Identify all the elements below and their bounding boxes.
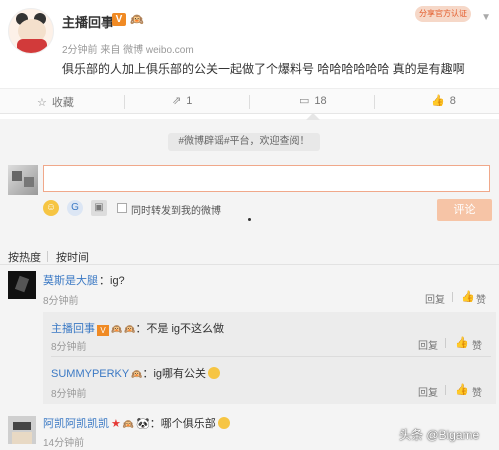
reply-button[interactable]: 回复 (418, 337, 438, 352)
share-count: 1 (186, 95, 193, 107)
corner-badge[interactable]: 分享官方认证 (415, 6, 471, 22)
share-button[interactable]: ⇗ 1 (172, 94, 192, 107)
like-count: 8 (449, 95, 456, 107)
thumbs-up-icon[interactable]: 👍 (461, 290, 475, 303)
comment-icon: ▭ (299, 95, 310, 107)
watermark: 头条 @Bigame (399, 428, 480, 442)
cursor-dot (248, 218, 251, 221)
reply-button[interactable]: 回复 (425, 291, 445, 306)
repost-label: 同时转发到我的微博 (131, 206, 221, 217)
commenter-avatar[interactable] (8, 416, 36, 444)
level-badge-icon: 🙉 (130, 14, 144, 26)
gif-icon[interactable]: G (67, 200, 83, 216)
image-icon[interactable]: ▣ (91, 200, 107, 216)
comment-button[interactable]: ▭ 18 (299, 94, 327, 107)
laughing-emoji-icon (208, 367, 221, 379)
thumbs-up-icon[interactable]: 👍 (455, 336, 469, 349)
level-badge-icon: 🙉 (122, 419, 135, 429)
my-avatar (8, 165, 38, 195)
smiling-emoji-icon (217, 417, 230, 429)
level-badge-icon: 🙉 (111, 324, 123, 334)
rumor-notice[interactable]: #微博辟谣#平台，欢迎查阅！ (168, 133, 320, 151)
reply-time: 8分钟前 (51, 342, 87, 353)
commenter-name[interactable]: 阿凯阿凯凯凯 (43, 418, 109, 430)
post-action-bar: ☆ 收藏 ⇗ 1 ▭ 18 👍 8 (0, 88, 499, 114)
like-button[interactable]: 👍 8 (431, 94, 456, 107)
comment-count: 18 (314, 95, 327, 107)
reply-text: ：不是 ig不这么做 (135, 323, 225, 335)
thumbs-up-icon[interactable]: 👍 (455, 383, 469, 396)
panda-badge-icon: 🐼 (136, 418, 150, 430)
comment-header: 阿凯阿凯凯凯 ★ 🙉 🐼：哪个俱乐部 (43, 415, 230, 431)
verified-badge-icon: V (112, 13, 126, 26)
reply-button[interactable]: 回复 (418, 384, 438, 399)
like-label[interactable]: 赞 (476, 291, 486, 306)
star-icon: ☆ (37, 97, 47, 109)
sort-by-time[interactable]: 按时间 (56, 249, 89, 265)
comment-input[interactable] (43, 165, 490, 192)
post-text: 俱乐部的人加上俱乐部的公关一起做了个爆料号 哈哈哈哈哈哈 真的是有趣啊 (62, 62, 465, 76)
favorite-label: 收藏 (51, 97, 74, 109)
member-badge-icon: 🙉 (124, 324, 136, 334)
verified-badge-icon: V (97, 325, 109, 336)
author-name[interactable]: 主播回事 (62, 12, 114, 31)
divider (0, 264, 499, 265)
commenter-avatar[interactable] (8, 271, 36, 299)
reply-time: 8分钟前 (51, 389, 87, 400)
emoji-icon[interactable]: ☺ (43, 200, 59, 216)
comment-text: ：ig? (99, 275, 125, 287)
chevron-down-icon[interactable]: ▼ (481, 12, 491, 23)
level-badge-icon: 🙉 (131, 369, 143, 379)
submit-comment-button[interactable]: 评论 (437, 199, 492, 221)
sort-by-hot[interactable]: 按热度 (8, 249, 41, 265)
repost-checkbox[interactable] (117, 203, 127, 213)
post-meta: 2分钟前 来自 微博 weibo.com (62, 45, 194, 56)
comment-time: 14分钟前 (43, 438, 85, 449)
reply-text: ：ig哪有公关 (142, 368, 207, 380)
like-label[interactable]: 赞 (472, 384, 482, 399)
favorite-button[interactable]: ☆ 收藏 (37, 94, 74, 110)
reply-author-name[interactable]: 主播回事 (51, 323, 95, 335)
commenter-name[interactable]: 莫斯是大腿 (43, 272, 98, 288)
reply-author-name[interactable]: SUMMYPERKY (51, 368, 129, 380)
comment-text: ：哪个俱乐部 (149, 418, 216, 430)
comment-pointer (306, 113, 320, 120)
like-label[interactable]: 赞 (472, 337, 482, 352)
reply-item: SUMMYPERKY 🙉：ig哪有公关 (51, 365, 221, 381)
share-icon: ⇗ (172, 95, 182, 107)
reply-item: 主播回事 V 🙉 🙉：不是 ig不这么做 (51, 320, 224, 336)
weibo-post: 主播回事 V 🙉 2分钟前 来自 微博 weibo.com 俱乐部的人加上俱乐部… (0, 0, 499, 90)
thumbs-up-icon: 👍 (431, 95, 445, 107)
comment-time: 8分钟前 (43, 296, 79, 307)
star-badge-icon: ★ (111, 418, 121, 430)
author-avatar[interactable] (8, 8, 54, 54)
divider (51, 356, 491, 357)
